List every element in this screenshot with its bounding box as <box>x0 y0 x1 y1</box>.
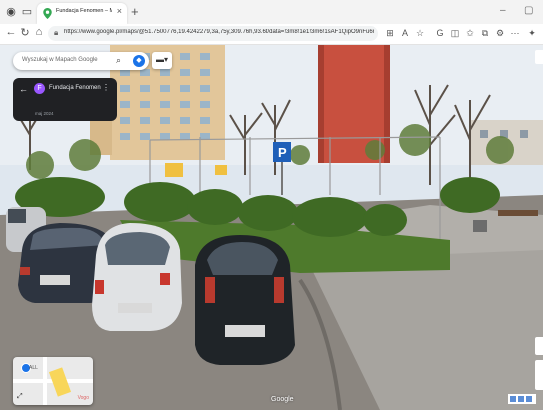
settings-more-icon[interactable]: ⋯ <box>509 27 521 39</box>
car-silver <box>92 223 182 331</box>
browser-toolbar: ← ↻ ⌂ 🔒︎ https://www.google.pl/maps/@51.… <box>0 24 543 45</box>
tab-close-icon[interactable]: × <box>117 6 122 16</box>
search-input[interactable]: Wyszukaj w Mapach Google <box>22 57 98 63</box>
back-icon[interactable]: ← <box>4 26 18 38</box>
url-text: https://www.google.pl/maps/@51.7500776,1… <box>64 29 374 35</box>
compass-icon[interactable] <box>535 337 543 355</box>
home-icon[interactable]: ⌂ <box>32 26 46 38</box>
minimap-road <box>43 357 47 405</box>
google-maps-favicon-icon <box>43 8 52 19</box>
layers-icon: ▬▾ <box>156 55 169 64</box>
place-logo-icon: F <box>34 83 45 94</box>
layers-button[interactable]: ▬▾ <box>152 52 172 69</box>
read-aloud-icon[interactable]: A <box>399 27 411 39</box>
minimap[interactable]: ALL ⤢ Vogo <box>13 357 93 405</box>
expand-icon[interactable]: ⤢ <box>17 393 23 401</box>
minimap-street-highlight <box>48 367 72 397</box>
new-tab-icon[interactable]: + <box>131 4 139 19</box>
extension-g-icon[interactable]: G <box>434 27 446 39</box>
directions-icon[interactable]: ◆ <box>133 55 145 67</box>
favorites-icon[interactable]: ✩ <box>464 27 476 39</box>
favorite-star-icon[interactable]: ☆ <box>414 27 426 39</box>
app-available-icon[interactable]: ⊞ <box>384 27 396 39</box>
address-bar[interactable]: 🔒︎ https://www.google.pl/maps/@51.750077… <box>48 26 378 41</box>
thumbnail-strip[interactable] <box>508 394 536 404</box>
back-arrow-icon[interactable]: ← <box>19 84 28 94</box>
place-name[interactable]: Fundacja Fenomen <box>49 85 101 91</box>
extensions-icon[interactable]: ⚙ <box>494 27 506 39</box>
search-box[interactable]: Wyszukaj w Mapach Google ⌕ ◆ <box>13 52 149 70</box>
refresh-icon[interactable]: ↻ <box>18 26 32 39</box>
capture-date[interactable]: maj 2024 <box>35 111 54 116</box>
zoom-control[interactable] <box>535 360 543 390</box>
svg-text:P: P <box>278 145 287 160</box>
split-screen-icon[interactable]: ◫ <box>449 27 461 39</box>
workspaces-icon[interactable]: ▭ <box>20 5 34 19</box>
minimize-icon[interactable]: – <box>500 5 506 16</box>
lock-icon: 🔒︎ <box>54 28 59 37</box>
more-options-icon[interactable]: ⋮ <box>102 83 110 92</box>
close-panorama-icon[interactable] <box>535 50 543 64</box>
google-attribution: Google <box>271 396 294 403</box>
search-icon[interactable]: ⌕ <box>116 55 121 66</box>
tab-bar: ◉ ▭ Fundacja Fenomen – Mapy Googl × + – … <box>0 0 543 24</box>
collections-icon[interactable]: ⧉ <box>479 27 491 39</box>
copilot-icon[interactable]: ✦ <box>526 27 538 39</box>
profile-icon[interactable]: ◉ <box>4 5 18 19</box>
browser-tab[interactable]: Fundacja Fenomen – Mapy Googl × <box>37 3 127 24</box>
minimap-google-logo: Vogo <box>77 395 89 401</box>
tab-title: Fundacja Fenomen – Mapy Googl <box>56 8 112 14</box>
minimap-label: ALL <box>29 365 38 371</box>
place-info-card: ← F Fundacja Fenomen ⋮ maj 2024 <box>13 78 117 121</box>
car-black <box>195 235 295 365</box>
restore-icon[interactable]: ▢ <box>524 5 533 16</box>
